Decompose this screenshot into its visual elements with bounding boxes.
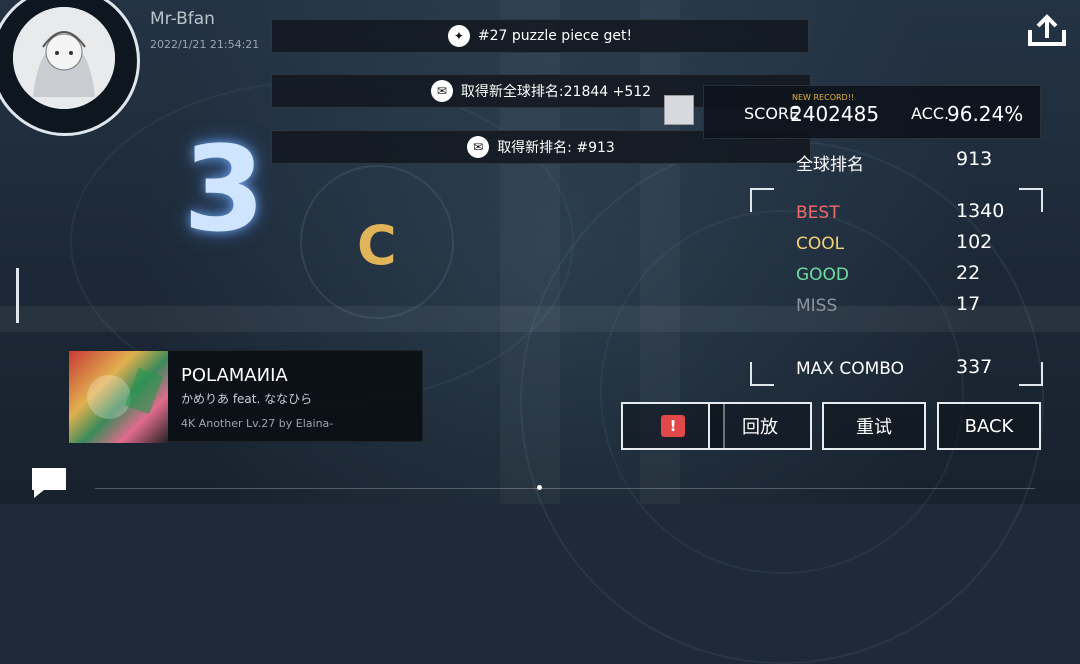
miss-label: MISS: [796, 296, 838, 316]
bottom-divider: [95, 488, 1035, 489]
bracket-corner: [750, 362, 774, 386]
song-card: POLAMAИIA かめりあ feat. ななひら 4K Another Lv.…: [68, 350, 423, 443]
song-title: POLAMAИIA: [181, 365, 288, 386]
notification-text: 取得新排名: #913: [497, 140, 615, 156]
bg-ring: [600, 210, 964, 574]
accuracy-label: ACC.: [911, 104, 950, 123]
bracket-corner: [1019, 188, 1043, 212]
play-timestamp: 2022/1/21 21:54:21: [150, 38, 260, 51]
cool-value: 102: [956, 231, 993, 253]
global-rank-label: 全球排名: [796, 155, 864, 175]
score-value: 2402485: [790, 102, 880, 126]
report-icon: !: [661, 415, 685, 437]
song-cover: [69, 351, 168, 443]
miss-value: 17: [956, 293, 981, 315]
retry-button[interactable]: 重试: [822, 402, 926, 450]
replay-button[interactable]: 回放: [708, 402, 812, 450]
new-record-badge: NEW RECORD!!: [792, 93, 855, 102]
notification-text: 取得新全球排名:21844 +512: [460, 84, 652, 100]
score-panel: NEW RECORD!! SCORE 2402485 ACC. 96.24%: [703, 85, 1041, 139]
cool-label: COOL: [796, 234, 845, 254]
mail-icon: ✉: [467, 136, 490, 158]
chat-icon[interactable]: [30, 466, 68, 500]
max-combo-value: 337: [956, 356, 993, 378]
mail-icon: ✉: [430, 80, 453, 102]
bracket-corner: [750, 188, 774, 212]
good-value: 22: [956, 262, 981, 284]
best-value: 1340: [956, 200, 1005, 222]
page-indicator-dot: [537, 485, 542, 490]
notification-puzzle: ✦ #27 puzzle piece get!: [271, 19, 809, 53]
share-icon[interactable]: [1026, 14, 1068, 48]
song-thumbnail: [664, 95, 694, 125]
avatar-image: [13, 7, 115, 109]
bracket-corner: [1019, 362, 1043, 386]
grade-letter: C: [357, 214, 397, 277]
song-meta: 4K Another Lv.27 by Elaina-: [181, 417, 334, 430]
left-edge-marker: [16, 268, 19, 323]
puzzle-icon: ✦: [447, 25, 470, 47]
notification-text: #27 puzzle piece get!: [477, 28, 633, 44]
best-label: BEST: [796, 203, 840, 223]
good-label: GOOD: [796, 265, 850, 285]
player-name: Mr-Bfan: [150, 9, 215, 29]
song-artist: かめりあ feat. ななひら: [181, 392, 313, 406]
global-rank-value: 913: [956, 148, 993, 170]
accuracy-value: 96.24%: [947, 102, 1024, 126]
max-combo-label: MAX COMBO: [796, 359, 905, 379]
rank-number: 3: [183, 120, 266, 258]
back-button[interactable]: BACK: [937, 402, 1041, 450]
